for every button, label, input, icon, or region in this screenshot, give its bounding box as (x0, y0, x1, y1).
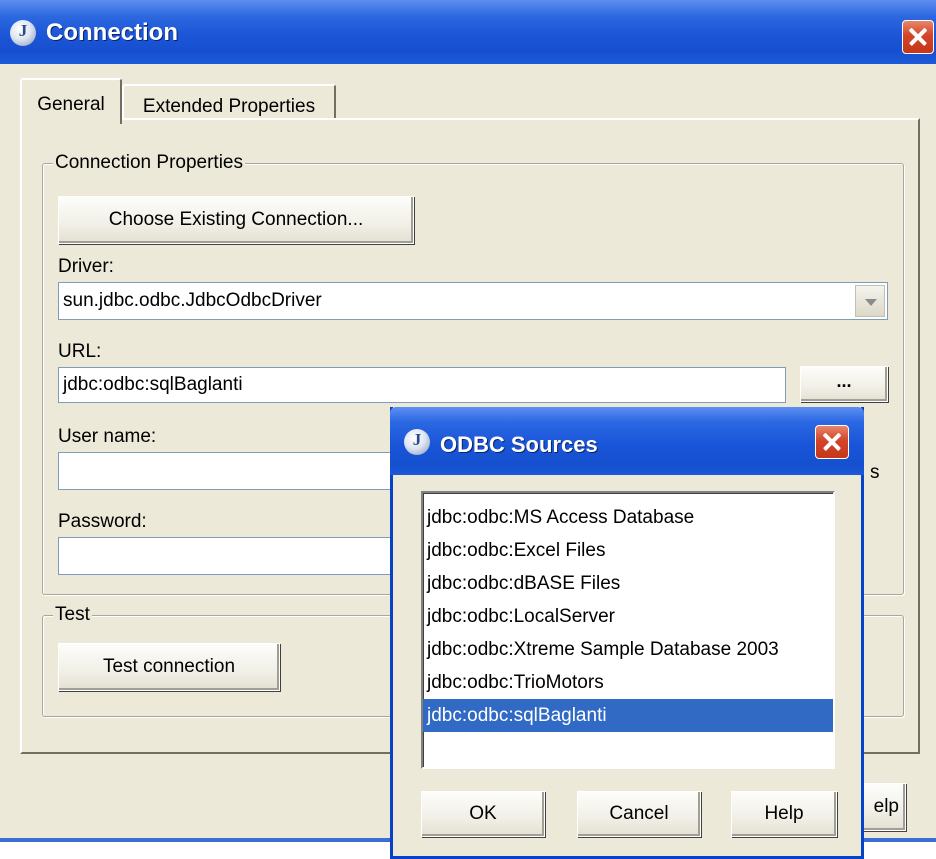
window-close-button[interactable] (902, 20, 934, 54)
list-item[interactable]: jdbc:odbc:dBASE Files (423, 567, 833, 600)
list-item[interactable]: jdbc:odbc:Excel Files (423, 534, 833, 567)
partial-label: s (870, 462, 880, 483)
test-legend: Test (53, 604, 92, 626)
window-title: Connection (46, 19, 178, 46)
dialog-title: ODBC Sources (440, 432, 598, 457)
list-item[interactable]: jdbc:odbc:TrioMotors (423, 666, 833, 699)
cancel-button[interactable]: Cancel (577, 791, 701, 837)
list-item[interactable]: jdbc:odbc:LocalServer (423, 600, 833, 633)
connection-properties-legend: Connection Properties (53, 152, 245, 174)
driver-value: sun.jdbc.odbc.JdbcOdbcDriver (63, 290, 322, 311)
url-label: URL: (58, 341, 102, 362)
choose-existing-connection-button[interactable]: Choose Existing Connection... (58, 196, 414, 244)
help-button[interactable]: Help (731, 791, 837, 837)
dialog-titlebar[interactable]: ODBC Sources (390, 407, 864, 475)
window-titlebar[interactable]: Connection (0, 0, 936, 64)
username-field[interactable] (58, 452, 398, 490)
list-item[interactable]: jdbc:odbc:MS Access Database (423, 501, 833, 534)
odbc-sources-list[interactable]: jdbc:odbc:MS Access Database jdbc:odbc:E… (421, 491, 835, 769)
driver-label: Driver: (58, 256, 114, 277)
tab-general[interactable]: General (20, 78, 122, 124)
username-label: User name: (58, 426, 157, 447)
ok-button[interactable]: OK (421, 791, 545, 837)
dialog-close-button[interactable] (815, 425, 849, 459)
test-connection-button[interactable]: Test connection (58, 643, 280, 691)
tab-extended-properties[interactable]: Extended Properties (122, 84, 336, 120)
browse-url-button[interactable]: ... (800, 366, 888, 402)
list-item-selected[interactable]: jdbc:odbc:sqlBaglanti (423, 699, 833, 732)
url-field[interactable]: jdbc:odbc:sqlBaglanti (58, 367, 786, 403)
odbc-sources-dialog: ODBC Sources jdbc:odbc:MS Access Databas… (390, 407, 864, 859)
password-label: Password: (58, 511, 147, 532)
password-field[interactable] (58, 537, 398, 575)
java-app-icon (10, 20, 36, 46)
driver-combobox[interactable]: sun.jdbc.odbc.JdbcOdbcDriver (58, 282, 888, 320)
list-item[interactable]: jdbc:odbc:Xtreme Sample Database 2003 (423, 633, 833, 666)
dropdown-arrow-icon[interactable] (855, 285, 885, 317)
java-app-icon (404, 429, 430, 455)
